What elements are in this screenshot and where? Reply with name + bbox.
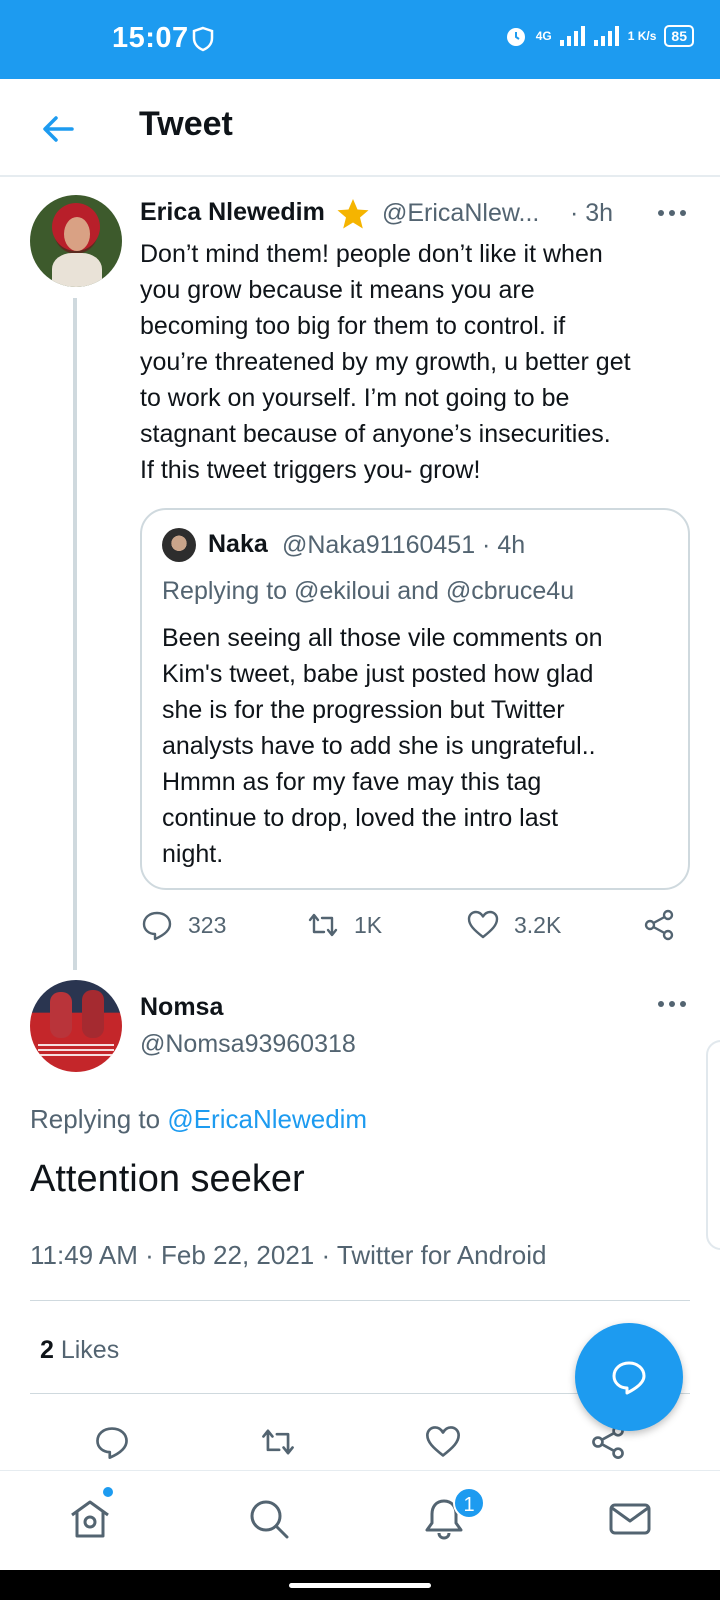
focus-tweet-author-name[interactable]: Nomsa	[140, 993, 223, 1022]
search-icon[interactable]	[245, 1495, 293, 1543]
home-new-indicator	[103, 1487, 113, 1497]
quoted-tweet-card[interactable]: Naka @Naka91160451 · 4h Replying to @eki…	[140, 508, 690, 890]
page-title: Tweet	[139, 105, 233, 143]
tweet-timestamp-source: 11:49 AM · Feb 22, 2021 · Twitter for An…	[30, 1240, 547, 1270]
like-count: 3.2K	[514, 911, 562, 938]
retweet-count: 1K	[354, 911, 383, 938]
retweet-button[interactable]: 1K	[306, 908, 382, 942]
reply-icon	[142, 911, 172, 941]
avatar-erica[interactable]	[30, 195, 122, 287]
system-navigation-bar	[0, 1570, 720, 1600]
back-arrow-icon[interactable]	[38, 109, 78, 149]
reply-button[interactable]: 323	[140, 908, 226, 942]
retweet-icon	[308, 913, 338, 937]
shield-icon	[192, 26, 214, 52]
parent-tweet-handle[interactable]: @EricaNlew...	[382, 199, 539, 228]
more-options-icon[interactable]	[658, 1001, 688, 1009]
like-button[interactable]: 3.2K	[466, 908, 561, 942]
battery-indicator: 85	[664, 25, 694, 47]
divider	[30, 1300, 690, 1301]
signal-icon-2	[593, 26, 619, 46]
compose-reply-button[interactable]	[575, 1323, 683, 1431]
network-speed: 1 K/s	[627, 29, 657, 43]
quoted-author-avatar	[162, 528, 196, 562]
share-button[interactable]	[642, 908, 676, 942]
focus-tweet-handle[interactable]: @Nomsa93960318	[140, 1030, 356, 1059]
quoted-author-handle: @Naka91160451 · 4h	[282, 531, 526, 559]
likes-summary[interactable]: 2 Likes	[40, 1336, 119, 1365]
network-type: 4G	[535, 29, 552, 43]
messages-envelope-icon[interactable]	[606, 1495, 654, 1543]
quoted-author-name: Naka	[208, 530, 268, 558]
parent-tweet-text: Don’t mind them! people don’t like it wh…	[140, 240, 631, 484]
parent-tweet-actions: 323 1K 3.2K	[140, 908, 700, 948]
quoted-tweet-text: Been seeing all those vile comments on K…	[162, 624, 603, 868]
reply-count: 323	[188, 911, 227, 938]
focus-tweet-actions	[0, 1423, 720, 1463]
replying-to-prefix: Replying to	[30, 1104, 168, 1134]
home-gesture-pill[interactable]	[289, 1583, 431, 1588]
status-time: 15:07	[112, 22, 189, 54]
heart-icon	[467, 910, 499, 939]
likes-count: 2	[40, 1336, 54, 1364]
bottom-navigation: 1	[0, 1470, 720, 1570]
parent-tweet-time: · 3h	[570, 199, 614, 227]
quoted-replying-to: Replying to @ekiloui and @cbruce4u	[162, 577, 575, 605]
reply-icon[interactable]	[93, 1423, 131, 1461]
retweet-icon[interactable]	[259, 1423, 297, 1461]
more-options-icon[interactable]	[658, 210, 688, 218]
alarm-icon	[506, 28, 525, 46]
status-bar: 15:07 4G 1 K/s 85	[0, 0, 720, 79]
status-icons: 4G 1 K/s 85	[504, 24, 694, 48]
reply-bubble-icon	[612, 1361, 646, 1395]
thread-connector-line	[73, 298, 77, 970]
notifications-badge: 1	[453, 1487, 485, 1519]
replying-to-line: Replying to @EricaNlewedim	[30, 1104, 367, 1135]
signal-icon	[559, 26, 585, 46]
heart-icon[interactable]	[424, 1423, 462, 1461]
home-icon[interactable]	[66, 1495, 114, 1543]
star-emoji-icon	[337, 199, 369, 229]
avatar-nomsa[interactable]	[30, 980, 122, 1072]
replying-to-link[interactable]: @EricaNlewedim	[167, 1104, 367, 1134]
likes-label: Likes	[53, 1336, 120, 1364]
focus-tweet-text: Attention seeker	[30, 1158, 305, 1200]
edge-panel-handle[interactable]	[706, 1040, 720, 1250]
top-app-bar: Tweet	[0, 79, 720, 177]
parent-tweet-author-name[interactable]: Erica Nlewedim	[140, 198, 325, 227]
share-icon	[644, 909, 674, 941]
